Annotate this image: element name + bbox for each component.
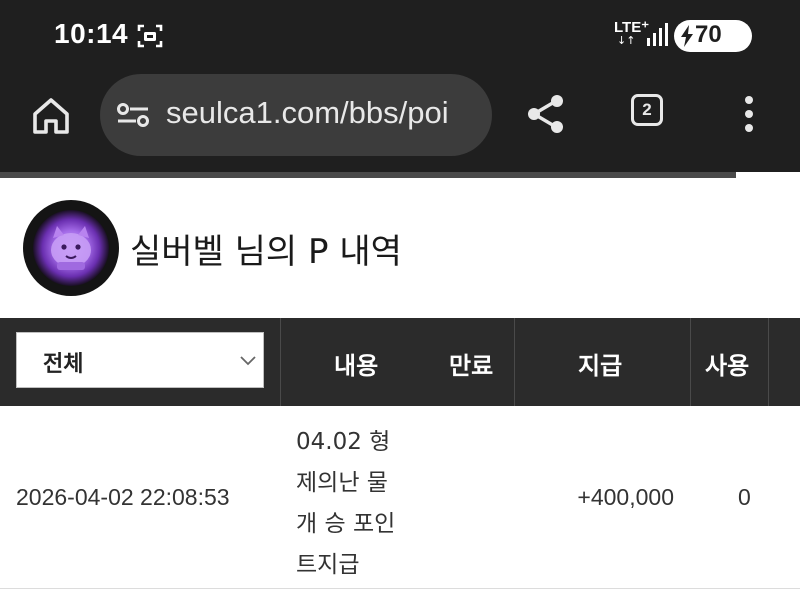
- filter-select[interactable]: 전체: [16, 332, 264, 388]
- network-type: LTE⁺: [614, 19, 650, 36]
- header-granted: 지급: [578, 352, 623, 380]
- share-icon[interactable]: [522, 90, 570, 138]
- filter-selected-value[interactable]: 전체: [43, 346, 83, 378]
- profile-header: 실버벨 님의 P 내역: [0, 178, 800, 318]
- data-arrows-icon: ↓↑: [617, 34, 636, 47]
- url-text[interactable]: seulca1.com/bbs/poi: [166, 95, 449, 131]
- column-divider: [280, 318, 281, 406]
- tab-switcher-button[interactable]: 2: [631, 94, 663, 126]
- status-time: 10:14: [54, 18, 129, 49]
- more-menu-icon[interactable]: [738, 94, 760, 134]
- header-used: 사용: [705, 352, 750, 380]
- column-divider: [514, 318, 515, 406]
- table-row: 2026-04-02 22:08:53 04.02 형 제의난 물 개 승 포인…: [0, 406, 800, 590]
- screenshot-icon: [137, 24, 163, 48]
- row-amount: +400,000: [577, 484, 674, 510]
- site-settings-icon[interactable]: [116, 101, 150, 129]
- column-divider: [690, 318, 691, 406]
- battery-indicator: 70: [674, 20, 752, 52]
- table-header: 전체 내용 만료 지급 사용: [0, 318, 800, 406]
- avatar: [23, 200, 119, 296]
- row-content-line: 제의난 물: [296, 470, 388, 496]
- address-bar[interactable]: seulca1.com/bbs/poi: [100, 74, 492, 156]
- charging-bolt-icon: [681, 25, 693, 47]
- row-date: 2026-04-02 22:08:53: [16, 484, 230, 510]
- header-expire: 만료: [449, 352, 494, 380]
- row-content-line: 트지급: [296, 552, 360, 578]
- browser-toolbar: seulca1.com/bbs/poi 2: [0, 70, 800, 172]
- row-content-line: 개 승 포인: [296, 511, 396, 537]
- row-content-line: 04.02 형: [296, 429, 391, 455]
- signal-icon: [647, 23, 668, 46]
- row-divider: [0, 588, 800, 589]
- chevron-down-icon[interactable]: [239, 353, 257, 367]
- avatar-image: [33, 210, 109, 286]
- page-title: 실버벨 님의 P 내역: [130, 232, 402, 272]
- column-divider: [768, 318, 769, 406]
- header-content: 내용: [334, 352, 379, 380]
- battery-level: 70: [695, 21, 722, 48]
- home-icon[interactable]: [28, 93, 74, 139]
- status-bar: 10:14 LTE⁺ ↓↑ 70: [0, 0, 800, 70]
- row-content: 04.02 형 제의난 물 개 승 포인 트지급: [296, 422, 426, 586]
- row-used: 0: [738, 484, 751, 510]
